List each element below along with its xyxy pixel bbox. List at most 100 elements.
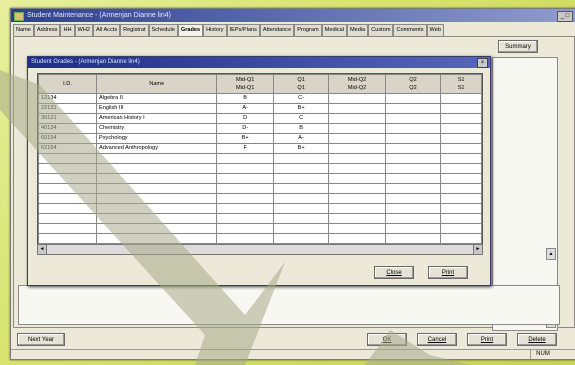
- close-button[interactable]: Close: [374, 266, 414, 279]
- table-cell: [272, 233, 330, 244]
- table-cell: [384, 233, 442, 244]
- window-title-bar: Student Maintenance - (Armenjan Dianne l…: [11, 9, 575, 22]
- grades-grid[interactable]: I.D. Name Mid-Q1 Mid-Q1 Q1 Q1 Mid-Q2 Mid-Q2 Q…: [37, 73, 483, 245]
- tab-hh[interactable]: HH: [60, 24, 75, 36]
- comments-box[interactable]: [18, 285, 560, 325]
- table-row[interactable]: 62154 Advanced Anthropology F B+: [38, 143, 482, 154]
- delete-button[interactable]: Delete: [517, 333, 557, 346]
- column-header[interactable]: Mid-Q2 Mid-Q2: [328, 74, 386, 94]
- tab-wh2[interactable]: WH2: [74, 24, 93, 36]
- table-row[interactable]: 60154 Psychology B+ A-: [38, 133, 482, 144]
- table-cell: [272, 193, 330, 204]
- next-year-button[interactable]: Next Year: [17, 333, 65, 346]
- tab-media[interactable]: Media: [346, 24, 369, 36]
- table-row[interactable]: [38, 163, 482, 174]
- table-cell: [384, 133, 442, 144]
- table-cell: [384, 163, 442, 174]
- table-cell: [328, 93, 386, 104]
- table-cell: 30121: [38, 113, 97, 124]
- tab-address[interactable]: Address: [33, 24, 61, 36]
- grid-horizontal-scrollbar[interactable]: ◄ ►: [37, 244, 483, 255]
- table-cell: [38, 223, 97, 234]
- table-cell: 60154: [38, 133, 97, 144]
- table-cell: [38, 183, 97, 194]
- tab-custom[interactable]: Custom: [368, 24, 394, 36]
- tab-all-accts[interactable]: All Accts: [92, 24, 121, 36]
- tab-ieps-plans[interactable]: IEPs/Plans: [226, 24, 260, 36]
- table-cell: B: [216, 93, 274, 104]
- table-row[interactable]: [38, 193, 482, 204]
- print-button[interactable]: Print: [467, 333, 507, 346]
- column-header[interactable]: S1 S1: [440, 74, 482, 94]
- tab-comments[interactable]: Comments: [393, 24, 427, 36]
- table-cell: C: [272, 113, 330, 124]
- table-cell: [38, 203, 97, 214]
- column-header[interactable]: Q2 Q2: [384, 74, 442, 94]
- tab-medical[interactable]: Medical: [321, 24, 347, 36]
- table-cell: B+: [272, 103, 330, 114]
- cancel-button[interactable]: Cancel: [417, 333, 457, 346]
- table-cell: [440, 123, 482, 134]
- column-header[interactable]: I.D.: [38, 74, 97, 94]
- tab-registrat[interactable]: Registrat: [120, 24, 149, 36]
- table-cell: B+: [272, 143, 330, 154]
- table-cell: [328, 203, 386, 214]
- table-cell: [95, 163, 218, 174]
- table-cell: [384, 203, 442, 214]
- table-cell: [328, 163, 386, 174]
- summary-button[interactable]: Summary: [498, 40, 538, 53]
- table-row[interactable]: [38, 213, 482, 224]
- scroll-up-arrow-icon[interactable]: ▲: [546, 248, 556, 260]
- table-cell: [216, 173, 274, 184]
- tab-grades[interactable]: Grades: [177, 24, 204, 36]
- table-cell: [328, 153, 386, 164]
- table-cell: [95, 213, 218, 224]
- table-cell: [384, 143, 442, 154]
- column-header[interactable]: Q1 Q1: [272, 74, 330, 94]
- table-cell: [272, 153, 330, 164]
- table-cell: [440, 203, 482, 214]
- tab-web[interactable]: Web: [426, 24, 444, 36]
- column-header[interactable]: Mid-Q1 Mid-Q1: [216, 74, 274, 94]
- table-row[interactable]: 30121 American History IDC: [38, 113, 482, 124]
- table-cell: [440, 223, 482, 234]
- dialog-close-icon[interactable]: ×: [477, 58, 488, 68]
- tab-program[interactable]: Program: [294, 24, 322, 36]
- tab-history[interactable]: History: [203, 24, 227, 36]
- table-row[interactable]: 22131 English III A- B+: [38, 103, 482, 114]
- table-cell: [216, 203, 274, 214]
- table-row[interactable]: [38, 233, 482, 244]
- scroll-left-arrow-icon[interactable]: ◄: [38, 245, 47, 254]
- table-row[interactable]: [38, 203, 482, 214]
- table-cell: [95, 153, 218, 164]
- tab-strip: Name Address HH WH2 All Accts Registrat Schedu…: [13, 24, 575, 36]
- table-cell: [440, 183, 482, 194]
- tab-attendance[interactable]: Attendance: [259, 24, 295, 36]
- scroll-right-arrow-icon[interactable]: ►: [473, 245, 482, 254]
- table-row[interactable]: [38, 173, 482, 184]
- table-row[interactable]: [38, 223, 482, 234]
- table-cell: [272, 163, 330, 174]
- column-header[interactable]: Name: [95, 74, 218, 94]
- table-cell: [328, 113, 386, 124]
- ok-button[interactable]: OK: [367, 333, 407, 346]
- table-cell: [440, 163, 482, 174]
- table-cell: [440, 213, 482, 224]
- dialog-print-button[interactable]: Print: [428, 266, 468, 279]
- table-cell: 12134: [38, 93, 97, 104]
- table-row[interactable]: [38, 183, 482, 194]
- table-row[interactable]: [38, 153, 482, 164]
- student-grades-dialog: Student Grades - (Armenjan Dianne lin4) …: [27, 56, 491, 286]
- table-cell: [440, 173, 482, 184]
- table-cell: C-: [272, 93, 330, 104]
- table-cell: [38, 173, 97, 184]
- table-cell: [328, 223, 386, 234]
- window-controls[interactable]: _ □: [557, 11, 573, 22]
- table-cell: D-: [216, 123, 274, 134]
- table-row[interactable]: 12134 Algebra II B C-: [38, 93, 482, 104]
- table-cell: [272, 173, 330, 184]
- tab-schedule[interactable]: Schedule: [148, 24, 178, 36]
- tab-name[interactable]: Name: [13, 24, 34, 36]
- table-row[interactable]: 40134 Chemistry D- B: [38, 123, 482, 134]
- table-cell: [272, 203, 330, 214]
